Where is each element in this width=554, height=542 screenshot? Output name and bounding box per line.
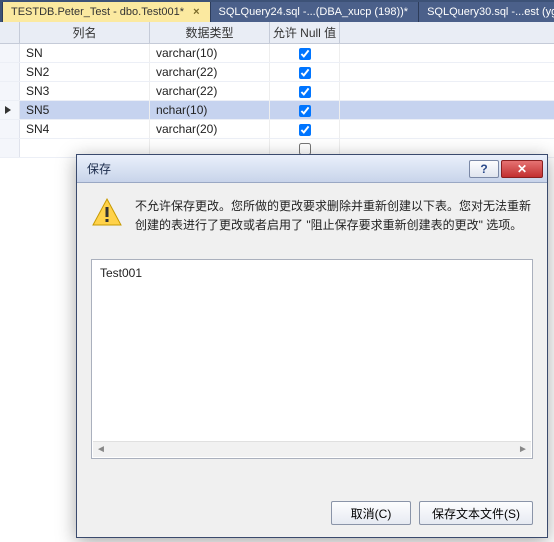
allow-null-checkbox[interactable] [299,67,311,79]
close-icon: ✕ [517,162,527,176]
cell-data-type[interactable]: nchar(10) [150,101,270,119]
cell-column-name[interactable]: SN5 [20,101,150,119]
cell-column-name[interactable]: SN2 [20,63,150,81]
list-item[interactable]: Test001 [100,266,524,280]
warning-icon [91,197,123,229]
row-selector[interactable] [0,82,20,100]
dialog-title: 保存 [87,160,467,177]
dialog-message: 不允许保存更改。您所做的更改要求删除并重新创建以下表。您对无法重新创建的表进行了… [135,197,533,235]
table-designer-grid: 列名 数据类型 允许 Null 值 SNvarchar(10)SN2varcha… [0,22,554,158]
cell-data-type[interactable]: varchar(22) [150,82,270,100]
row-selector[interactable] [0,63,20,81]
document-tab-bar: TESTDB.Peter_Test - dbo.Test001* × SQLQu… [0,0,554,22]
row-selector[interactable] [0,120,20,138]
table-row[interactable]: SN5nchar(10) [0,101,554,120]
dialog-body: 不允许保存更改。您所做的更改要求删除并重新创建以下表。您对无法重新创建的表进行了… [77,183,547,469]
save-dialog: 保存 ? ✕ 不允许保存更改。您所做的更改要求删除并重新创建以下表。您对无法重新… [76,154,548,538]
scroll-right-icon[interactable]: ► [515,444,531,455]
scroll-left-icon[interactable]: ◄ [93,444,109,455]
grid-body: SNvarchar(10)SN2varchar(22)SN3varchar(22… [0,44,554,158]
cell-data-type[interactable]: varchar(10) [150,44,270,62]
allow-null-checkbox[interactable] [299,124,311,136]
tab-label: TESTDB.Peter_Test - dbo.Test001* [11,6,184,18]
cell-data-type[interactable]: varchar(20) [150,120,270,138]
dialog-button-row: 取消(C) 保存文本文件(S) [331,501,533,525]
allow-null-checkbox[interactable] [299,105,311,117]
horizontal-scrollbar[interactable]: ◄ ► [93,441,531,457]
cancel-button[interactable]: 取消(C) [331,501,411,525]
cell-allow-null[interactable] [270,101,340,119]
close-icon[interactable]: × [193,6,199,18]
row-selector[interactable] [0,44,20,62]
cell-column-name[interactable]: SN3 [20,82,150,100]
cell-allow-null[interactable] [270,120,340,138]
tab-testdb[interactable]: TESTDB.Peter_Test - dbo.Test001* × [3,2,211,22]
help-button[interactable]: ? [469,160,499,178]
grid-header-row: 列名 数据类型 允许 Null 值 [0,22,554,44]
dialog-titlebar[interactable]: 保存 ? ✕ [77,155,547,183]
tab-sqlquery30[interactable]: SQLQuery30.sql -...est (ygtest (2 [419,2,554,22]
table-row[interactable]: SN3varchar(22) [0,82,554,101]
cell-allow-null[interactable] [270,44,340,62]
cell-data-type[interactable]: varchar(22) [150,63,270,81]
table-row[interactable]: SNvarchar(10) [0,44,554,63]
cell-column-name[interactable]: SN [20,44,150,62]
cell-column-name[interactable]: SN4 [20,120,150,138]
allow-null-checkbox[interactable] [299,86,311,98]
row-selector[interactable] [0,101,20,119]
table-row[interactable]: SN4varchar(20) [0,120,554,139]
row-selector-header [0,22,20,43]
affected-tables-list[interactable]: Test001 ◄ ► [91,259,533,459]
table-row[interactable]: SN2varchar(22) [0,63,554,82]
close-button[interactable]: ✕ [501,160,543,178]
tab-sqlquery24[interactable]: SQLQuery24.sql -...(DBA_xucp (198))* [211,2,420,22]
tab-label: SQLQuery30.sql -...est (ygtest (2 [427,6,554,18]
cell-allow-null[interactable] [270,63,340,81]
column-header-null[interactable]: 允许 Null 值 [270,22,340,43]
column-header-name[interactable]: 列名 [20,22,150,43]
tab-label: SQLQuery24.sql -...(DBA_xucp (198))* [219,6,409,18]
allow-null-checkbox[interactable] [299,48,311,60]
save-text-file-button[interactable]: 保存文本文件(S) [419,501,533,525]
row-selector[interactable] [0,139,20,157]
cell-allow-null[interactable] [270,82,340,100]
column-header-type[interactable]: 数据类型 [150,22,270,43]
